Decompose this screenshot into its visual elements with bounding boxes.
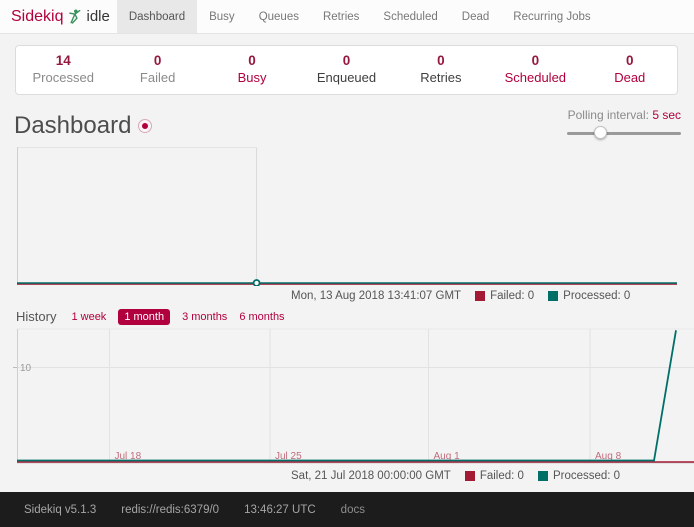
stat-retries[interactable]: 0Retries [394, 53, 488, 86]
stat-value: 0 [488, 53, 582, 70]
navbar: Sidekiq idle DashboardBusyQueuesRetriesS… [0, 0, 694, 34]
stat-processed: 14Processed [16, 53, 110, 86]
stat-failed: 0Failed [110, 53, 204, 86]
title-wrap: Dashboard [14, 107, 152, 145]
stat-value: 0 [299, 53, 393, 70]
legend-label: Failed: 0 [480, 470, 524, 482]
sidekiq-logo-text[interactable]: Sidekiq [11, 8, 63, 26]
legend-processed: Processed: 0 [548, 290, 630, 302]
stat-value: 0 [110, 53, 204, 70]
tab-dead[interactable]: Dead [450, 0, 502, 33]
range-1-month[interactable]: 1 month [118, 309, 170, 325]
stats-summary: 14Processed0Failed0Busy0Enqueued0Retries… [15, 45, 678, 95]
legend-color-failed [475, 291, 485, 301]
legend-label: Processed: 0 [553, 470, 620, 482]
history-title: History [16, 309, 56, 324]
stat-label: Processed [16, 70, 110, 86]
legend-color-processed [538, 471, 548, 481]
stat-label[interactable]: Dead [583, 70, 677, 86]
stat-value: 0 [394, 53, 488, 70]
realtime-graph[interactable] [0, 145, 694, 286]
footer-docs-link[interactable]: docs [341, 504, 365, 516]
live-beacon-icon [138, 119, 152, 133]
footer-time: 13:46:27 UTC [244, 504, 316, 516]
tab-scheduled[interactable]: Scheduled [371, 0, 449, 33]
footer-redis-url: redis://redis:6379/0 [121, 504, 219, 516]
hover-point-marker [254, 280, 260, 286]
polling-value-link[interactable]: 5 sec [652, 108, 681, 122]
status-indicator: idle [86, 8, 109, 25]
dashboard-header: Dashboard Polling interval: 5 sec [14, 107, 681, 145]
page-title: Dashboard [14, 112, 131, 140]
stat-value: 0 [583, 53, 677, 70]
legend-timestamp: Mon, 13 Aug 2018 13:41:07 GMT [291, 290, 461, 302]
history-header: History 1 week 1 month 3 months 6 months [16, 308, 694, 325]
polling-label: Polling interval: [568, 108, 649, 122]
nav-tabs: DashboardBusyQueuesRetriesScheduledDeadR… [117, 0, 603, 33]
stat-busy[interactable]: 0Busy [205, 53, 299, 86]
legend-color-failed [465, 471, 475, 481]
legend-label: Processed: 0 [563, 290, 630, 302]
stat-value: 0 [205, 53, 299, 70]
stat-scheduled[interactable]: 0Scheduled [488, 53, 582, 86]
stat-label[interactable]: Enqueued [299, 70, 393, 86]
slider-track[interactable] [567, 132, 681, 135]
range-3-months[interactable]: 3 months [182, 311, 227, 323]
range-1-week[interactable]: 1 week [71, 311, 106, 323]
y-tick-label: 10 [20, 363, 32, 374]
range-6-months[interactable]: 6 months [239, 311, 284, 323]
history-ranges: 1 week 1 month 3 months 6 months [71, 309, 284, 325]
stat-label[interactable]: Scheduled [488, 70, 582, 86]
history-graph[interactable]: Jul 18Jul 25Aug 1Aug 810 [0, 327, 694, 466]
tab-retries[interactable]: Retries [311, 0, 371, 33]
stat-dead[interactable]: 0Dead [583, 53, 677, 86]
tab-dashboard[interactable]: Dashboard [117, 0, 197, 33]
legend-timestamp: Sat, 21 Jul 2018 00:00:00 GMT [291, 470, 451, 482]
polling-slider[interactable] [567, 126, 681, 140]
stat-label[interactable]: Busy [205, 70, 299, 86]
legend-failed: Failed: 0 [475, 290, 534, 302]
legend-failed: Failed: 0 [465, 470, 524, 482]
footer-version: Sidekiq v5.1.3 [24, 504, 96, 516]
legend-color-processed [548, 291, 558, 301]
stat-enqueued[interactable]: 0Enqueued [299, 53, 393, 86]
realtime-legend: Mon, 13 Aug 2018 13:41:07 GMT Failed: 0 Pr… [0, 288, 694, 303]
tab-queues[interactable]: Queues [247, 0, 311, 33]
slider-thumb[interactable] [594, 126, 607, 139]
stat-label: Failed [110, 70, 204, 86]
polling-control: Polling interval: 5 sec [567, 107, 681, 145]
legend-label: Failed: 0 [490, 290, 534, 302]
stat-label[interactable]: Retries [394, 70, 488, 86]
history-legend: Sat, 21 Jul 2018 00:00:00 GMT Failed: 0 Pr… [0, 468, 694, 483]
legend-processed: Processed: 0 [538, 470, 620, 482]
processed-line [17, 330, 676, 460]
brand: Sidekiq idle [0, 0, 110, 33]
stat-value: 14 [16, 53, 110, 70]
sidekiq-figure-icon [68, 9, 81, 24]
footer: Sidekiq v5.1.3 redis://redis:6379/0 13:4… [0, 492, 694, 527]
tab-recurring-jobs[interactable]: Recurring Jobs [501, 0, 602, 33]
tab-busy[interactable]: Busy [197, 0, 247, 33]
